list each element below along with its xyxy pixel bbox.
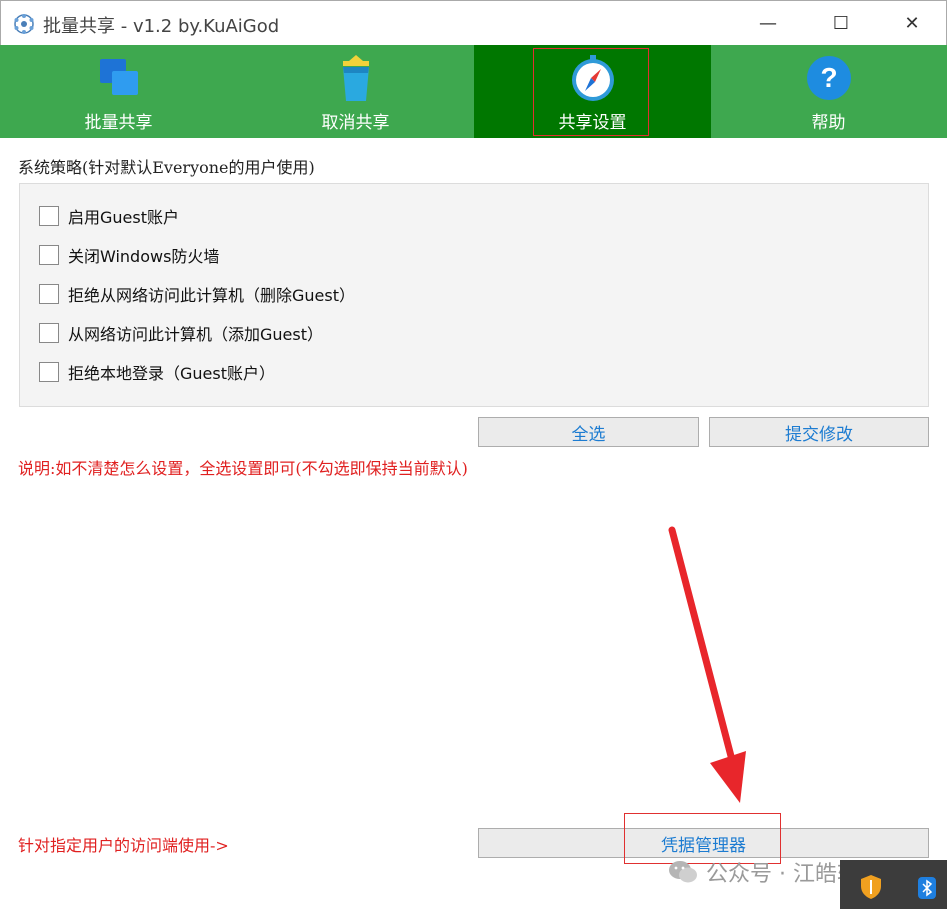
close-button[interactable]: ✕ [876,1,947,46]
tab-cancel-share[interactable]: 取消共享 [237,45,474,138]
checkbox[interactable] [39,362,59,382]
bluetooth-icon[interactable] [918,877,936,899]
instruction-note: 说明:如不清楚怎么设置，全选设置即可(不勾选即保持当前默认) [18,459,468,478]
app-logo-icon [14,14,34,34]
tab-label: 取消共享 [321,113,390,133]
tab-label: 共享设置 [558,113,627,133]
tab-batch-share[interactable]: 批量共享 [0,45,237,138]
checkbox[interactable] [39,206,59,226]
option-enable-guest[interactable]: 启用Guest账户 [39,205,179,227]
policy-options-group: 启用Guest账户 关闭Windows防火墙 拒绝从网络访问此计算机（删除Gue… [19,183,929,407]
compass-icon [571,55,614,101]
policy-section-label: 系统策略(针对默认Everyone的用户使用) [18,158,315,177]
footer-hint: 针对指定用户的访问端使用-> [18,836,229,855]
help-icon: ? [806,56,851,100]
option-deny-local-logon[interactable]: 拒绝本地登录（Guest账户） [39,361,275,383]
option-label: 从网络访问此计算机（添加Guest） [68,325,323,344]
option-label: 拒绝从网络访问此计算机（删除Guest） [68,286,355,305]
tab-label: 批量共享 [84,113,153,133]
windows-share-icon [99,59,138,95]
option-label: 拒绝本地登录（Guest账户） [68,364,275,383]
minimize-icon: — [759,13,777,34]
option-deny-network-access[interactable]: 拒绝从网络访问此计算机（删除Guest） [39,283,355,305]
annotation-arrow-icon [668,526,746,803]
recycle-bin-icon [342,55,369,101]
select-all-button[interactable]: 全选 [478,417,699,447]
maximize-button[interactable]: ☐ [805,1,877,46]
close-icon: ✕ [904,13,920,34]
checkbox[interactable] [39,245,59,265]
option-disable-firewall[interactable]: 关闭Windows防火墙 [39,244,219,266]
option-label: 启用Guest账户 [68,208,179,227]
maximize-icon: ☐ [832,13,850,34]
tab-label: 帮助 [811,113,846,133]
main-toolbar: 批量共享 取消共享 共享设置 ? 帮助 [0,45,947,138]
checkbox[interactable] [39,323,59,343]
security-shield-icon[interactable] [860,874,882,900]
svg-text:?: ? [820,62,837,93]
system-tray [840,860,947,909]
title-bar: 批量共享 - v1.2 by.KuAiGod — ☐ ✕ [0,0,947,45]
tab-help[interactable]: ? 帮助 [710,45,947,138]
wechat-icon [669,861,697,883]
tab-share-settings[interactable]: 共享设置 [474,45,711,138]
submit-changes-button[interactable]: 提交修改 [709,417,929,447]
window-title: 批量共享 - v1.2 by.KuAiGod [43,16,280,37]
option-label: 关闭Windows防火墙 [68,247,220,266]
option-allow-network-access[interactable]: 从网络访问此计算机（添加Guest） [39,322,323,344]
minimize-button[interactable]: — [732,1,804,46]
checkbox[interactable] [39,284,59,304]
